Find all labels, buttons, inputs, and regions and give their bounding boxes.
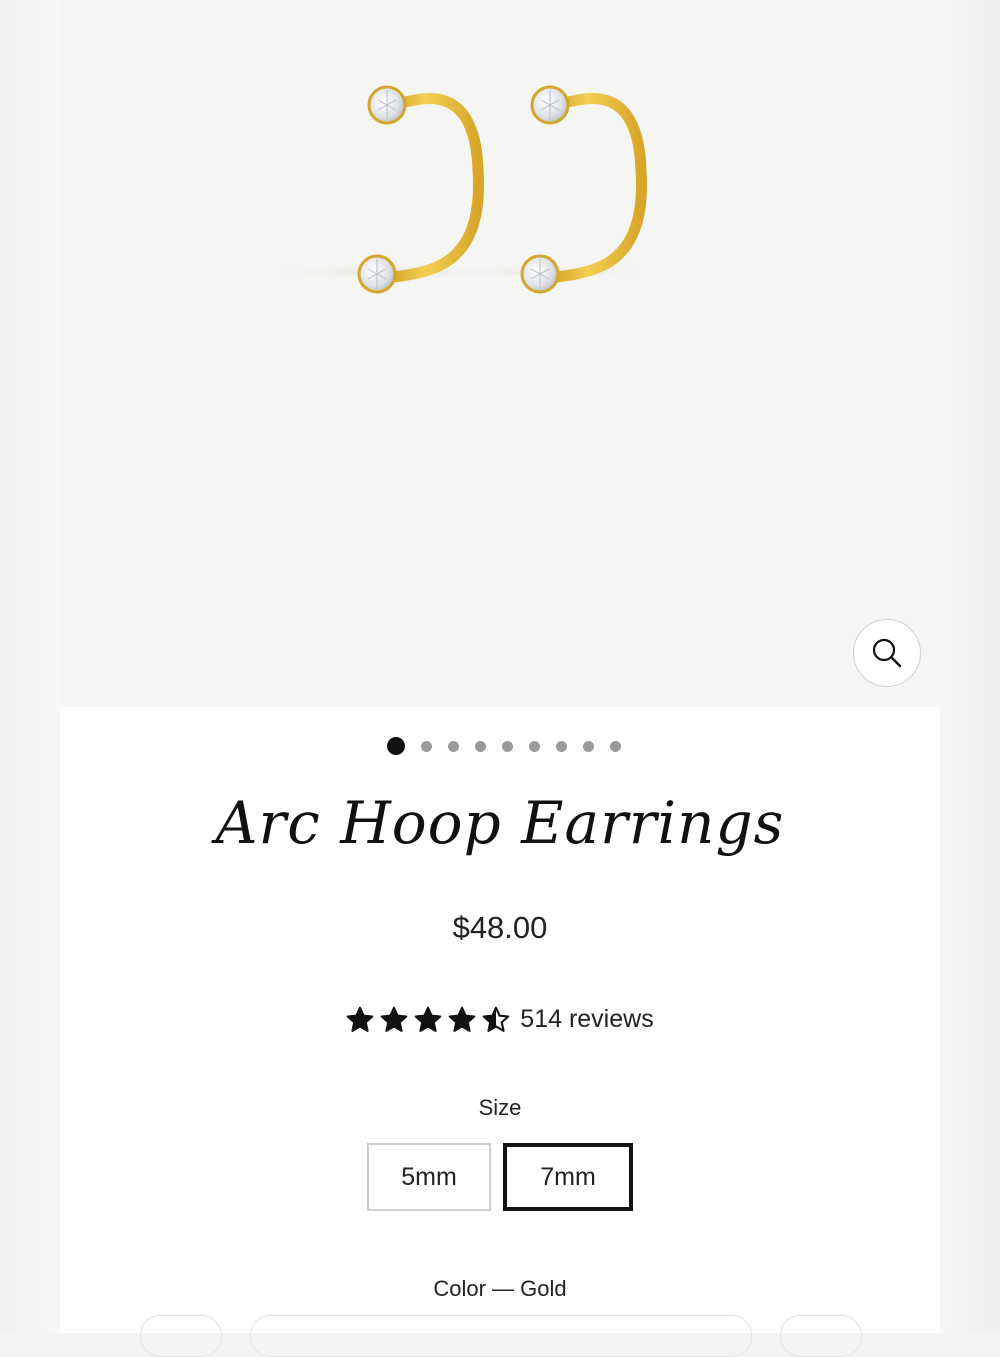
color-swatch[interactable] bbox=[140, 1315, 222, 1357]
size-label: Size bbox=[478, 1095, 522, 1120]
product-image-area[interactable] bbox=[60, 0, 940, 707]
color-swatch[interactable] bbox=[250, 1315, 752, 1357]
product-image bbox=[270, 85, 650, 294]
review-count-link[interactable]: 514 reviews bbox=[520, 1005, 653, 1034]
gallery-dot[interactable] bbox=[448, 740, 459, 752]
product-price: $48.00 bbox=[452, 910, 548, 945]
star-full-icon bbox=[448, 1006, 476, 1032]
size-option-7mm[interactable]: 7mm bbox=[503, 1143, 633, 1211]
star-full-icon bbox=[346, 1006, 374, 1032]
gallery-dot[interactable] bbox=[610, 740, 621, 752]
rating-summary[interactable]: 514 reviews bbox=[60, 1005, 940, 1034]
product-title: Arc Hoop Earrings bbox=[215, 789, 785, 857]
gallery-dot[interactable] bbox=[502, 740, 513, 752]
color-swatch[interactable] bbox=[780, 1315, 862, 1357]
color-swatch-row bbox=[60, 1315, 940, 1357]
gallery-dot[interactable] bbox=[387, 737, 405, 755]
gallery-dot[interactable] bbox=[529, 740, 540, 752]
star-half-icon bbox=[482, 1006, 510, 1032]
star-rating bbox=[346, 1006, 510, 1034]
product-info: Arc Hoop Earrings $48.00 514 reviews Siz… bbox=[60, 707, 940, 1357]
right-gutter bbox=[940, 0, 1000, 1333]
zoom-button[interactable] bbox=[853, 619, 921, 687]
color-label: Color — Gold bbox=[433, 1276, 567, 1301]
size-selector: 5mm 7mm bbox=[60, 1143, 940, 1211]
gallery-dot[interactable] bbox=[475, 740, 486, 752]
gallery-pagination bbox=[60, 737, 940, 755]
left-gutter bbox=[0, 0, 60, 1333]
gallery-dot[interactable] bbox=[556, 740, 567, 752]
gallery-dot[interactable] bbox=[583, 740, 594, 752]
star-full-icon bbox=[380, 1006, 408, 1032]
star-full-icon bbox=[414, 1006, 442, 1032]
search-icon bbox=[872, 638, 902, 668]
size-option-5mm[interactable]: 5mm bbox=[367, 1143, 491, 1211]
gallery-dot[interactable] bbox=[421, 740, 432, 752]
